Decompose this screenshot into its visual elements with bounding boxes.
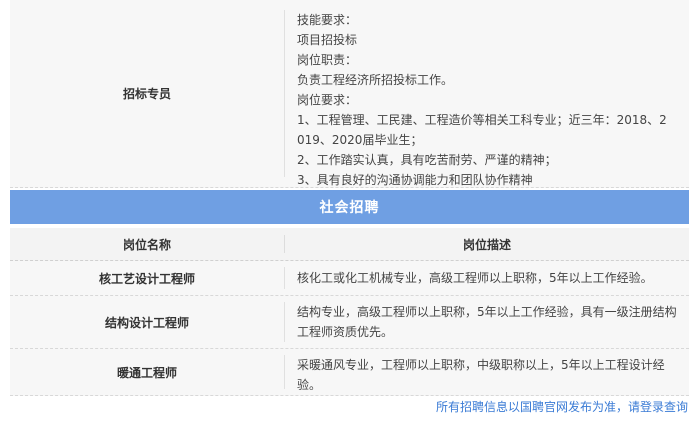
desc-line: 019、2020届毕业生； bbox=[297, 133, 423, 147]
job-title: 结构设计工程师 bbox=[10, 302, 285, 342]
desc-line: 项目招投标 bbox=[297, 33, 358, 47]
section-title: 社会招聘 bbox=[10, 190, 689, 224]
job-title: 暖通工程师 bbox=[10, 355, 285, 389]
job-description: 核化工或化工机械专业，高级工程师以上职称，5年以上工作经验。 bbox=[297, 271, 653, 285]
job-description: 采暖通风专业，工程师以上职称，中级职称以上，5年以上工程设计经验。 bbox=[297, 358, 665, 392]
desc-line: 3、具有良好的沟通协调能力和团队协作精神 bbox=[297, 173, 533, 187]
column-header-desc: 岗位描述 bbox=[462, 237, 511, 252]
desc-line: 2、工作踏实认真，具有吃苦耐劳、严谨的精神； bbox=[297, 153, 557, 167]
table-row: 核工艺设计工程师 核化工或化工机械专业，高级工程师以上职称，5年以上工作经验。 bbox=[10, 261, 689, 296]
desc-line: 负责工程经济所招投标工作。 bbox=[297, 73, 454, 87]
table-header: 岗位名称 岗位描述 bbox=[10, 228, 689, 261]
job-title: 核工艺设计工程师 bbox=[10, 267, 285, 289]
job-description: 技能要求： 项目招投标 岗位职责： 负责工程经济所招投标工作。 岗位要求： 1、… bbox=[285, 0, 689, 187]
table-row: 暖通工程师 采暖通风专业，工程师以上职称，中级职称以上，5年以上工程设计经验。 bbox=[10, 349, 689, 396]
social-table: 核工艺设计工程师 核化工或化工机械专业，高级工程师以上职称，5年以上工作经验。 … bbox=[10, 261, 689, 396]
job-description: 结构专业，高级工程师以上职称，5年以上工作经验，具有一级注册结构工程师资质优先。 bbox=[297, 305, 677, 339]
table-row: 招标专员 技能要求： 项目招投标 岗位职责： 负责工程经济所招投标工作。 岗位要… bbox=[10, 0, 689, 188]
desc-line: 1、工程管理、工民建、工程造价等相关工科专业；近三年：2018、2 bbox=[297, 113, 667, 127]
footer-link[interactable]: 所有招聘信息以国聘官网发布为准，请登录查询 bbox=[436, 398, 688, 415]
job-title: 招标专员 bbox=[10, 10, 285, 177]
desc-line: 岗位要求： bbox=[297, 93, 358, 107]
column-header-name: 岗位名称 bbox=[10, 235, 285, 253]
desc-line: 技能要求： bbox=[297, 13, 358, 27]
desc-line: 岗位职责： bbox=[297, 53, 358, 67]
campus-table: 招标专员 技能要求： 项目招投标 岗位职责： 负责工程经济所招投标工作。 岗位要… bbox=[10, 0, 689, 188]
table-row: 结构设计工程师 结构专业，高级工程师以上职称，5年以上工作经验，具有一级注册结构… bbox=[10, 296, 689, 349]
recruitment-page: 招标专员 技能要求： 项目招投标 岗位职责： 负责工程经济所招投标工作。 岗位要… bbox=[0, 0, 700, 427]
